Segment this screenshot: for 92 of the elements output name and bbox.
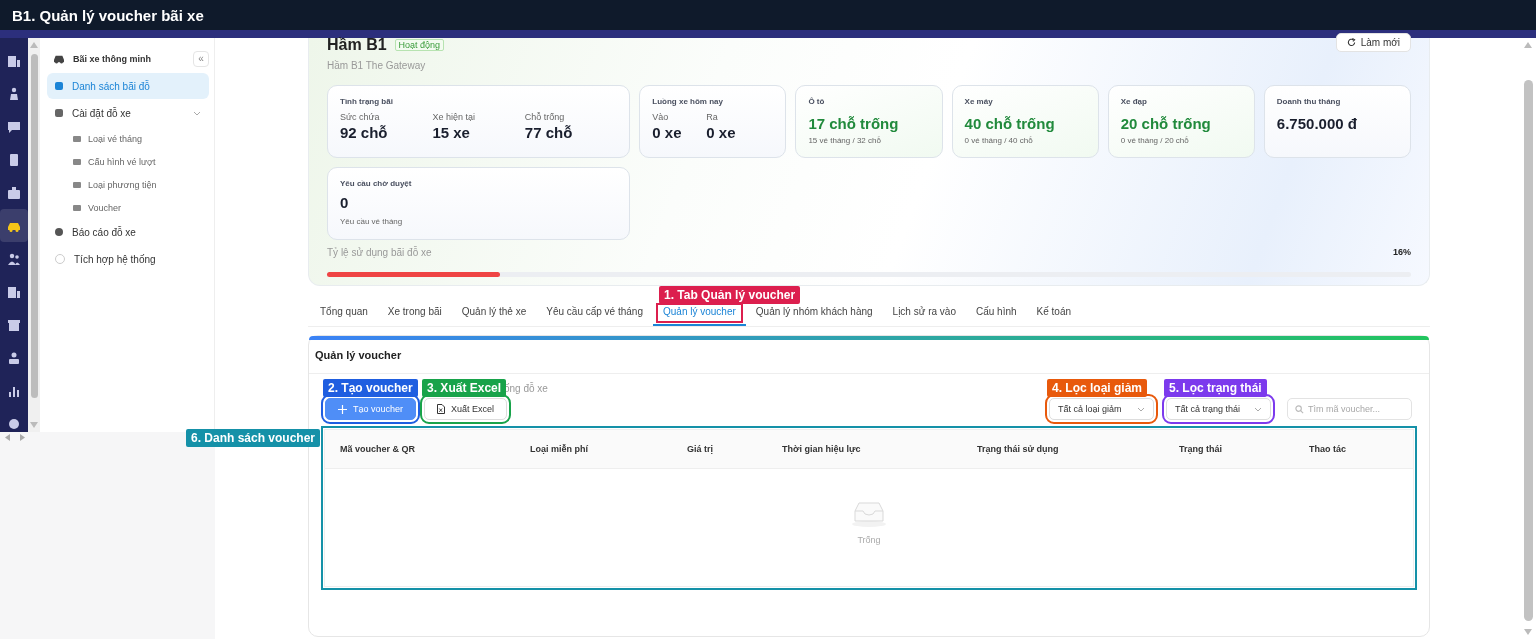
tab[interactable]: Cấu hình [965, 300, 1027, 326]
dot-icon [55, 228, 63, 236]
building-icon [7, 53, 21, 68]
metric-value: 92 chỗ [340, 124, 389, 141]
stat-title: Ô tô [808, 97, 826, 106]
column-header: Thời gian hiệu lực [781, 444, 862, 454]
parking-subtitle: Hầm B1 The Gateway [327, 60, 427, 71]
sidebar-subitem[interactable]: Loại phương tiện [47, 173, 209, 196]
stat-value: 6.750.000 đ [1276, 115, 1358, 132]
column-header: Loại miễn phí [529, 444, 589, 454]
stat-title: Yêu cầu chờ duyệt [340, 179, 413, 188]
tab[interactable]: Kế toán [1026, 300, 1082, 326]
page-title: B1. Quản lý voucher bãi xe [12, 6, 204, 24]
square-icon [55, 82, 63, 90]
tab[interactable]: Lịch sử ra vào [882, 300, 966, 326]
small-icon [73, 135, 81, 142]
column-header: Trạng thái [1178, 444, 1223, 454]
search-field[interactable]: Tìm mã voucher... [1287, 398, 1412, 420]
tab[interactable]: Quản lý thẻ xe [451, 300, 537, 326]
status-tag: Hoạt động [394, 39, 445, 51]
usage-percent: 16% [1393, 247, 1411, 258]
store-icon [7, 317, 21, 332]
chevron-icon [1254, 406, 1262, 412]
nav-button[interactable] [0, 209, 28, 242]
metric-label: Vào [652, 112, 670, 122]
stat-note: Yêu cầu vé tháng [340, 217, 404, 226]
sidebar-subitem[interactable]: Voucher [47, 196, 209, 219]
empty-inbox-icon [851, 501, 887, 527]
metric-value: 77 chỗ [524, 124, 574, 141]
circle-icon [55, 254, 65, 264]
annotation-label: 3. Xuất Excel [422, 379, 507, 397]
annotation-label: 4. Lọc loại giảm [1047, 379, 1148, 397]
tab[interactable]: Yêu cầu cấp vé tháng [536, 300, 653, 326]
stat-title: Luồng xe hôm nay [652, 97, 724, 106]
stat-note: 0 vé tháng / 40 chỗ [964, 136, 1034, 145]
metric-label: Xe hiện tại [432, 112, 476, 122]
sidebar-item[interactable]: Cài đặt đỗ xe [47, 100, 209, 126]
usage-label: Tỷ lệ sử dụng bãi đỗ xe [327, 247, 432, 258]
column-header: Giá trị [686, 444, 714, 454]
sidebar-subitem[interactable]: Loại vé tháng [47, 127, 209, 150]
sidebar-item[interactable]: Tích hợp hệ thống [47, 246, 209, 272]
document-icon [7, 152, 21, 167]
stat-title: Xe đạp [1120, 97, 1148, 106]
plus-icon [338, 404, 347, 414]
square-icon [55, 109, 63, 117]
metric-label: Chỗ trống [524, 112, 566, 122]
tab[interactable]: Tổng quan [310, 300, 378, 326]
metric-value: 15 xe [432, 124, 471, 141]
metric-value: 0 xe [652, 124, 683, 141]
sidebar-item[interactable]: Danh sách bãi đỗ [47, 73, 209, 99]
annotation-label: 1. Tab Quản lý voucher [659, 286, 801, 304]
scrollbar[interactable] [28, 38, 40, 432]
stat-title: Doanh thu tháng [1276, 97, 1342, 106]
refresh-icon [1346, 37, 1356, 47]
annotation-label: 5. Lọc trạng thái [1164, 379, 1267, 397]
small-icon [73, 158, 81, 165]
sidebar-subitem[interactable]: Cấu hình vé lượt [47, 150, 209, 173]
collapse-button[interactable]: « [193, 51, 209, 67]
briefcase-icon [7, 185, 21, 200]
metric-label: Sức chứa [340, 112, 381, 122]
stat-value: 17 chỗ trống [808, 115, 900, 132]
annotation-label: 2. Tạo voucher [323, 379, 418, 397]
file-icon [437, 404, 446, 414]
small-icon [73, 181, 81, 188]
stat-title: Tình trạng bãi [340, 97, 394, 106]
annotation-label: 6. Danh sách voucher [185, 429, 320, 447]
parking-name: Hầm B1 [327, 38, 387, 52]
sidebar-item[interactable]: Báo cáo đỗ xe [47, 219, 209, 245]
column-header: Thao tác [1308, 444, 1347, 454]
chat-icon [7, 119, 21, 134]
tab[interactable]: Xe trong bãi [377, 300, 452, 326]
building-icon [7, 284, 21, 299]
stat-title: Xe máy [964, 97, 994, 106]
car-icon [53, 54, 65, 64]
stat-value: 0 [340, 194, 350, 211]
stat-value: 40 chỗ trống [964, 115, 1056, 132]
empty-text: Trống [857, 535, 881, 545]
column-header: Trạng thái sử dụng [976, 444, 1060, 454]
user-icon [7, 350, 21, 365]
column-header: Mã voucher & QR [339, 444, 416, 454]
chevron-icon [1137, 406, 1145, 412]
stat-note: 15 vé tháng / 32 chỗ [808, 136, 882, 145]
small-icon [73, 204, 81, 211]
panel-title: Quản lý voucher [314, 348, 403, 363]
search-icon [1295, 405, 1304, 414]
stat-value: 20 chỗ trống [1120, 115, 1212, 132]
sidebar-heading: Bãi xe thông minh [73, 54, 152, 64]
stat-note: 0 vé tháng / 20 chỗ [1120, 136, 1190, 145]
people-icon [7, 251, 21, 266]
metric-value: 0 xe [706, 124, 737, 141]
metric-label: Ra [706, 112, 719, 122]
person-icon [7, 86, 21, 101]
